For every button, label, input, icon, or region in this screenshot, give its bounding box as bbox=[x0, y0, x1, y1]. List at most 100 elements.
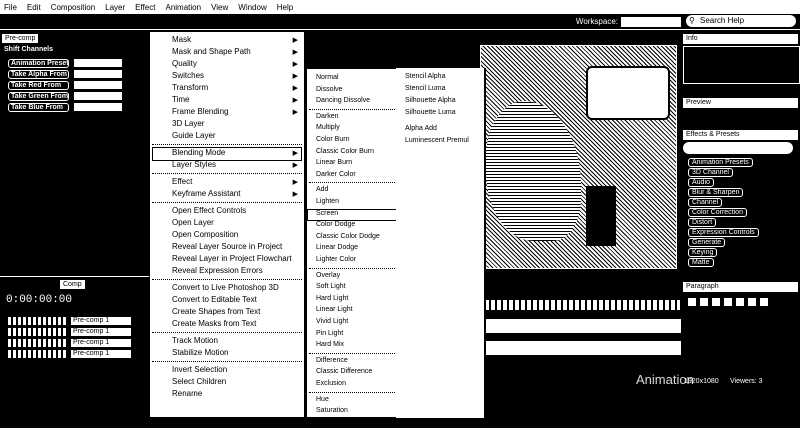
preview-panel-header[interactable]: Preview bbox=[683, 98, 798, 108]
context-menu-item[interactable]: Mask bbox=[172, 34, 191, 46]
context-menu-item[interactable]: Switches bbox=[172, 70, 204, 82]
menu-help[interactable]: Help bbox=[277, 3, 293, 12]
blending-mode-item[interactable]: Vivid Light bbox=[316, 317, 348, 327]
effect-param-dropdown[interactable] bbox=[73, 80, 123, 90]
effects-category-item[interactable]: Color Correction bbox=[688, 208, 747, 217]
justify-right-icon[interactable] bbox=[748, 298, 756, 306]
justify-left-icon[interactable] bbox=[724, 298, 732, 306]
effects-category-item[interactable]: Keying bbox=[688, 248, 718, 257]
blending-mode-item[interactable]: Classic Color Dodge bbox=[316, 232, 380, 242]
blending-mode-item[interactable]: Color bbox=[316, 418, 333, 428]
effects-category-item[interactable]: Generate bbox=[688, 238, 726, 247]
effects-search-input[interactable] bbox=[683, 142, 793, 154]
effects-panel-header[interactable]: Effects & Presets bbox=[683, 130, 798, 140]
context-menu-item[interactable]: Convert to Editable Text bbox=[172, 294, 257, 306]
menu-layer[interactable]: Layer bbox=[105, 3, 125, 12]
justify-center-icon[interactable] bbox=[736, 298, 744, 306]
context-menu-item[interactable]: Open Layer bbox=[172, 217, 214, 229]
blending-mode-item[interactable]: Difference bbox=[316, 356, 348, 366]
context-menu-item[interactable]: 3D Layer bbox=[172, 118, 204, 130]
blending-mode-item[interactable]: Multiply bbox=[316, 123, 340, 133]
context-menu-item[interactable]: Invert Selection bbox=[172, 364, 227, 376]
blending-mode-item[interactable]: Stencil Alpha bbox=[405, 72, 445, 82]
context-menu-item[interactable]: Reveal Expression Errors bbox=[172, 265, 263, 277]
blending-mode-item[interactable]: Dissolve bbox=[316, 85, 342, 95]
context-menu-item[interactable]: Rename bbox=[172, 388, 202, 400]
context-menu-item[interactable]: Guide Layer bbox=[172, 130, 216, 142]
timeline-layer-row[interactable]: Pre-comp 1 bbox=[8, 338, 131, 348]
timeline-layer-row[interactable]: Pre-comp 1 bbox=[8, 316, 131, 326]
layer-switches[interactable] bbox=[8, 350, 68, 358]
align-center-icon[interactable] bbox=[700, 298, 708, 306]
workspace-dropdown[interactable] bbox=[620, 16, 682, 28]
context-menu-item[interactable]: Reveal Layer Source in Project bbox=[172, 241, 282, 253]
effects-category-item[interactable]: Channel bbox=[688, 198, 723, 207]
context-menu-item[interactable]: Open Composition bbox=[172, 229, 238, 241]
context-menu-item[interactable]: Effect bbox=[172, 176, 192, 188]
composition-viewer[interactable] bbox=[480, 45, 677, 269]
blending-mode-item[interactable]: Luminescent Premul bbox=[405, 136, 469, 146]
context-menu-item[interactable]: Reveal Layer in Project Flowchart bbox=[172, 253, 292, 265]
layer-switches[interactable] bbox=[8, 339, 68, 347]
tab-precomp[interactable]: Pre-comp bbox=[2, 34, 39, 43]
blending-mode-item[interactable]: Silhouette Luma bbox=[405, 108, 456, 118]
blending-mode-item[interactable]: Dancing Dissolve bbox=[316, 96, 370, 106]
justify-all-icon[interactable] bbox=[760, 298, 768, 306]
layer-duration-bar[interactable] bbox=[485, 318, 682, 334]
menu-animation[interactable]: Animation bbox=[165, 3, 201, 12]
context-menu-item[interactable]: Keyframe Assistant bbox=[172, 188, 240, 200]
timeline-layer-row[interactable]: Pre-comp 1 bbox=[8, 349, 131, 359]
effect-param-dropdown[interactable] bbox=[73, 58, 123, 68]
timeline-ruler[interactable] bbox=[485, 300, 680, 310]
blending-mode-item[interactable]: Classic Difference bbox=[316, 367, 372, 377]
effects-category-item[interactable]: Expression Controls bbox=[688, 228, 759, 237]
blending-mode-item[interactable]: Normal bbox=[316, 73, 339, 83]
context-menu-item[interactable]: Open Effect Controls bbox=[172, 205, 246, 217]
paragraph-panel-header[interactable]: Paragraph bbox=[683, 282, 798, 292]
blending-mode-item[interactable]: Stencil Luma bbox=[405, 84, 445, 94]
blending-mode-item[interactable]: Color Burn bbox=[316, 135, 349, 145]
blending-mode-item[interactable]: Hard Light bbox=[316, 294, 348, 304]
blending-mode-item[interactable]: Saturation bbox=[316, 406, 348, 416]
context-menu-item[interactable]: Mask and Shape Path bbox=[172, 46, 251, 58]
blending-mode-item[interactable]: Darken bbox=[316, 112, 339, 122]
menu-file[interactable]: File bbox=[4, 3, 17, 12]
timeline-layer-row[interactable]: Pre-comp 1 bbox=[8, 327, 131, 337]
context-menu-item[interactable]: Stabilize Motion bbox=[172, 347, 228, 359]
blending-mode-item[interactable]: Screen bbox=[316, 209, 338, 219]
info-panel-header[interactable]: Info bbox=[683, 34, 798, 44]
blending-mode-item[interactable]: Pin Light bbox=[316, 329, 343, 339]
blending-mode-item[interactable]: Soft Light bbox=[316, 282, 346, 292]
context-menu-item[interactable]: Create Masks from Text bbox=[172, 318, 256, 330]
blending-mode-item[interactable]: Lighter Color bbox=[316, 255, 356, 265]
layer-name[interactable]: Pre-comp 1 bbox=[71, 339, 131, 347]
effect-param-dropdown[interactable] bbox=[73, 91, 123, 101]
effects-category-item[interactable]: Matte bbox=[688, 258, 714, 267]
search-help-input[interactable]: ⚲ Search Help bbox=[686, 15, 796, 27]
effects-category-item[interactable]: Audio bbox=[688, 178, 714, 187]
menu-composition[interactable]: Composition bbox=[51, 3, 95, 12]
context-menu-item[interactable]: Track Motion bbox=[172, 335, 218, 347]
effects-category-item[interactable]: Blur & Sharpen bbox=[688, 188, 744, 197]
context-menu-item[interactable]: Time bbox=[172, 94, 189, 106]
context-menu-item[interactable]: Convert to Live Photoshop 3D bbox=[172, 282, 279, 294]
timecode[interactable]: 0:00:00:00 bbox=[6, 294, 72, 306]
effect-param-dropdown[interactable] bbox=[73, 69, 123, 79]
context-menu-item[interactable]: Select Children bbox=[172, 376, 226, 388]
blending-mode-item[interactable]: Add bbox=[316, 185, 328, 195]
menu-edit[interactable]: Edit bbox=[27, 3, 41, 12]
blending-mode-item[interactable]: Linear Dodge bbox=[316, 243, 358, 253]
context-menu-item[interactable]: Blending Mode bbox=[172, 147, 225, 159]
blending-mode-item[interactable]: Color Dodge bbox=[316, 220, 355, 230]
align-right-icon[interactable] bbox=[712, 298, 720, 306]
blending-mode-item[interactable]: Overlay bbox=[316, 271, 340, 281]
blending-mode-item[interactable]: Silhouette Alpha bbox=[405, 96, 456, 106]
blending-mode-item[interactable]: Hard Mix bbox=[316, 340, 344, 350]
context-menu-item[interactable]: Transform bbox=[172, 82, 208, 94]
context-menu-item[interactable]: Frame Blending bbox=[172, 106, 228, 118]
effects-category-item[interactable]: 3D Channel bbox=[688, 168, 733, 177]
blending-mode-item[interactable]: Exclusion bbox=[316, 379, 346, 389]
context-menu-item[interactable]: Quality bbox=[172, 58, 197, 70]
layer-name[interactable]: Pre-comp 1 bbox=[71, 350, 131, 358]
blending-mode-item[interactable]: Darker Color bbox=[316, 170, 356, 180]
